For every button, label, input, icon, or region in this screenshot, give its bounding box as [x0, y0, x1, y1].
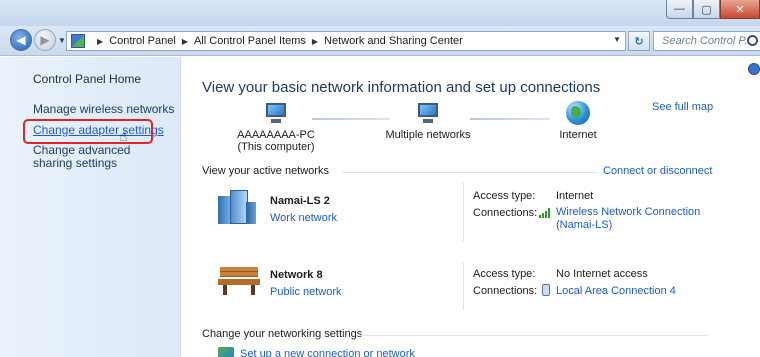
map-connector	[470, 118, 550, 120]
network-type-link[interactable]: Public network	[270, 286, 342, 298]
address-bar: ◀ ▶ ▼ ▶ Control Panel ▶ All Control Pane…	[0, 26, 760, 56]
network-name: Network 8	[270, 269, 323, 281]
control-panel-icon	[71, 34, 85, 48]
sidebar-item-manage-wireless[interactable]: Manage wireless networks	[33, 103, 174, 116]
ethernet-icon	[542, 284, 550, 296]
computer-name: AAAAAAAA-PC	[237, 129, 315, 141]
section-divider	[342, 172, 598, 173]
refresh-button[interactable]: ↻	[628, 31, 650, 51]
connections-label: Connections:	[473, 207, 538, 219]
active-networks-heading: View your active networks	[202, 165, 329, 177]
wireless-signal-icon	[539, 208, 551, 218]
search-placeholder: Search Control P...	[662, 35, 754, 47]
minimize-button[interactable]: —	[666, 0, 693, 19]
chevron-right-icon[interactable]: ▶	[97, 37, 103, 46]
access-type-label: Access type:	[473, 190, 536, 202]
breadcrumb-network-sharing[interactable]: Network and Sharing Center	[324, 35, 463, 47]
breadcrumb-control-panel[interactable]: Control Panel	[109, 35, 176, 47]
network-type-link[interactable]: Work network	[270, 212, 337, 224]
work-network-building-icon[interactable]	[218, 190, 256, 224]
section-divider	[360, 335, 708, 336]
column-divider	[463, 182, 464, 242]
map-node-networks[interactable]: Multiple networks	[378, 103, 478, 141]
multiple-networks-icon	[415, 103, 441, 125]
sidebar-control-panel-home[interactable]: Control Panel Home	[33, 72, 141, 86]
back-button[interactable]: ◀	[10, 29, 32, 51]
forward-button[interactable]: ▶	[34, 29, 56, 51]
connections-label: Connections:	[473, 285, 538, 297]
address-dropdown-icon[interactable]: ▼	[613, 35, 621, 44]
maximize-button[interactable]: ▢	[693, 0, 720, 19]
map-node-computer[interactable]: AAAAAAAA-PC (This computer)	[230, 103, 322, 153]
globe-icon	[566, 101, 590, 125]
help-icon[interactable]	[748, 63, 760, 75]
close-button[interactable]: ✕	[720, 0, 760, 19]
chevron-right-icon[interactable]: ▶	[182, 37, 188, 46]
connection-link-line2[interactable]: (Namai-LS)	[556, 219, 700, 232]
column-divider	[463, 262, 464, 310]
computer-icon	[263, 103, 289, 125]
highlight-annotation	[23, 119, 153, 144]
map-internet-label: Internet	[559, 129, 597, 141]
change-settings-heading: Change your networking settings	[202, 328, 363, 340]
title-bar: — ▢ ✕	[0, 0, 760, 26]
access-type-value: Internet	[556, 190, 594, 202]
window-controls: — ▢ ✕	[666, 0, 760, 19]
main-content: View your basic network information and …	[182, 57, 760, 357]
sidebar-item-advanced-sharing[interactable]: Change advanced sharing settings	[33, 144, 163, 170]
access-type-label: Access type:	[473, 268, 536, 280]
access-type-value: No Internet access	[556, 268, 648, 280]
search-icon[interactable]	[747, 35, 758, 46]
map-networks-label: Multiple networks	[385, 129, 471, 141]
connect-disconnect-link[interactable]: Connect or disconnect	[603, 165, 712, 177]
address-box[interactable]: ▶ Control Panel ▶ All Control Panel Item…	[66, 31, 626, 51]
setup-connection-link[interactable]: Set up a new connection or network	[240, 348, 415, 357]
chevron-right-icon[interactable]: ▶	[312, 37, 318, 46]
new-connection-icon	[218, 347, 234, 357]
public-network-bench-icon[interactable]	[218, 267, 260, 295]
breadcrumb-all-items[interactable]: All Control Panel Items	[194, 35, 306, 47]
page-title: View your basic network information and …	[202, 79, 601, 96]
connection-link-line1[interactable]: Wireless Network Connection	[556, 206, 700, 219]
wireless-connection-link[interactable]: Wireless Network Connection (Namai-LS)	[556, 206, 700, 232]
recent-pages-chevron-icon[interactable]: ▼	[58, 36, 66, 45]
hand-cursor-icon: ☝	[119, 128, 128, 144]
local-area-connection-link[interactable]: Local Area Connection 4	[556, 285, 676, 298]
search-input[interactable]: Search Control P...	[653, 31, 760, 51]
see-full-map-link[interactable]: See full map	[652, 101, 713, 113]
network-name: Namai-LS 2	[270, 195, 330, 207]
computer-sub: (This computer)	[237, 141, 315, 153]
map-node-internet[interactable]: Internet	[542, 101, 614, 141]
